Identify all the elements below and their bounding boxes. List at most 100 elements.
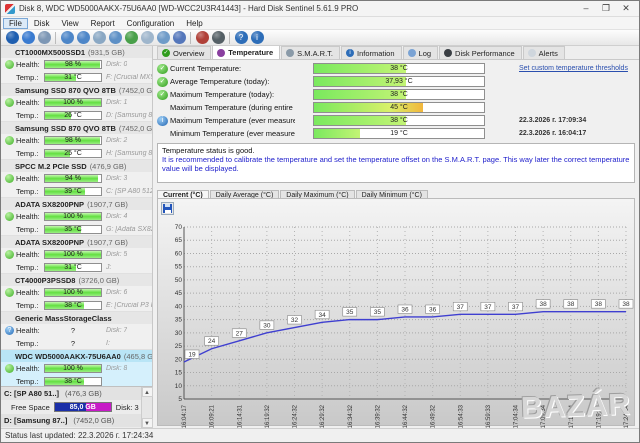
- partition-list: C: [SP A80 51..] (476,3 GB) Free Space85,0…: [1, 386, 152, 428]
- svg-text:38: 38: [567, 301, 575, 308]
- prev-disk-icon[interactable]: [61, 31, 74, 44]
- menu-item-file[interactable]: File: [3, 18, 28, 29]
- svg-text:16:14:31: 16:14:31: [237, 404, 243, 428]
- partition-row[interactable]: C: [SP A80 51..] (476,3 GB): [1, 387, 141, 400]
- scroll-up-icon[interactable]: ▲: [142, 387, 153, 397]
- set-thresholds-link[interactable]: Set custom temperature thresholds: [519, 65, 628, 72]
- information-icon: i: [346, 49, 354, 57]
- svg-text:16:29:32: 16:29:32: [320, 404, 326, 428]
- save-chart-button[interactable]: [161, 202, 174, 215]
- disk-temp-row: Temp.:38 °C: [1, 375, 152, 386]
- toolbar-separator: [55, 32, 56, 44]
- partition-free-row: Free Space85,0 GBDisk: 3: [1, 400, 141, 414]
- close-button[interactable]: ✕: [617, 3, 635, 15]
- tab-s-m-a-r-t-[interactable]: S.M.A.R.T.: [281, 46, 340, 59]
- surface-test-icon[interactable]: [93, 31, 106, 44]
- disk-health-row: Health:98 %Disk: 2: [1, 134, 152, 147]
- health-bar: 100 %: [44, 98, 102, 107]
- note-title: Temperature status is good.: [162, 146, 630, 155]
- menu-item-view[interactable]: View: [55, 18, 84, 29]
- bar-value: 98 %: [45, 61, 101, 68]
- disk-number: Disk: 3: [106, 175, 127, 182]
- health-ok-icon: [5, 174, 14, 183]
- disk-entry[interactable]: WDC WD5000AAKX-75U6AA0(465,8 GB)Health:1…: [1, 350, 152, 386]
- disk-entry[interactable]: Generic MassStorageClass?Health:?Disk: 7…: [1, 312, 152, 350]
- tab-log[interactable]: Log: [403, 46, 439, 59]
- health-ok-icon: [5, 212, 14, 221]
- disk-entry[interactable]: CT1000MX500SSD1(931,5 GB)Health:98 %Disk…: [1, 46, 152, 84]
- disk-size: (465,8 GB): [124, 352, 152, 361]
- disk-entry[interactable]: ADATA SX8200PNP(1907,7 GB)Health:100 %Di…: [1, 198, 152, 236]
- svg-text:40: 40: [175, 303, 183, 310]
- panels-icon[interactable]: [141, 31, 154, 44]
- svg-text:17:09:34: 17:09:34: [541, 404, 547, 428]
- svg-text:36: 36: [429, 306, 437, 313]
- disk-name: Generic MassStorageClass: [1, 312, 152, 324]
- disk-temp-row: Temp.:?I:: [1, 337, 152, 350]
- minimize-button[interactable]: –: [577, 3, 595, 15]
- next-disk-icon[interactable]: [77, 31, 90, 44]
- maximize-button[interactable]: ❐: [597, 3, 615, 15]
- drive-letter: I:: [106, 340, 110, 347]
- partition-size: (7452,0 GB): [73, 416, 114, 425]
- svg-text:24: 24: [208, 338, 216, 345]
- disk-entry[interactable]: SPCC M.2 PCIe SSD(476,9 GB)Health:94 %Di…: [1, 160, 152, 198]
- svg-text:16:09:21: 16:09:21: [210, 404, 216, 428]
- overview-icon[interactable]: [6, 31, 19, 44]
- disk-entry[interactable]: CT4000P3PSSD8(3726,0 GB)Health:100 %Disk…: [1, 274, 152, 312]
- svg-text:34: 34: [319, 312, 327, 319]
- quick-test-icon[interactable]: [109, 31, 122, 44]
- network-icon[interactable]: [173, 31, 186, 44]
- bar-value: 25 °C: [45, 150, 101, 157]
- bar-value: 38 °C: [314, 64, 484, 73]
- temp-label: Temp.:: [16, 73, 44, 82]
- monitor-icon[interactable]: [196, 31, 209, 44]
- disk-entry[interactable]: Samsung SSD 870 QVO 8TB(7452,0 GB)Health…: [1, 84, 152, 122]
- disk-health-row: Health:100 %Disk: 4: [1, 210, 152, 223]
- temperature-date: 22.3.2026 г. 17:09:34: [519, 117, 586, 124]
- disk-name-text: Samsung SSD 870 QVO 8TB: [15, 86, 116, 95]
- tab-alerts[interactable]: Alerts: [523, 46, 565, 59]
- disk-entry[interactable]: ADATA SX8200PNP(1907,7 GB)Health:100 %Di…: [1, 236, 152, 274]
- menu-item-disk[interactable]: Disk: [28, 18, 56, 29]
- acoustic-icon[interactable]: [22, 31, 35, 44]
- svg-text:10: 10: [175, 383, 183, 390]
- hardware-icon[interactable]: [212, 31, 225, 44]
- temperature-row: ✓Average Temperature (today):37,93 °C: [155, 75, 639, 88]
- temp-label: Temp.:: [16, 301, 44, 310]
- information-icon[interactable]: i: [251, 31, 264, 44]
- clipboard-icon[interactable]: [125, 31, 138, 44]
- tab-information[interactable]: iInformation: [341, 46, 402, 59]
- refresh-icon[interactable]: [157, 31, 170, 44]
- temperature-date-text: 22.3.2026 г. 17:09:34: [519, 117, 586, 124]
- partition-size: (476,3 GB): [65, 389, 102, 398]
- health-label: Health:: [16, 174, 44, 183]
- partition-row[interactable]: D: [Samsung 87..](7452,0 GB): [1, 414, 141, 427]
- temperature-right: Set custom temperature thresholds: [519, 65, 628, 72]
- partition-label: C: [SP A80 51..]: [4, 389, 59, 398]
- svg-text:70: 70: [175, 224, 183, 231]
- menu-item-report[interactable]: Report: [85, 18, 121, 29]
- tab-disk-performance[interactable]: Disk Performance: [439, 46, 522, 59]
- free-space-bar: 85,0 GB: [54, 402, 112, 412]
- disk-temp-row: Temp.:39 °CC: [SP A80 512GB]: [1, 185, 152, 198]
- disk-number: Disk: 0: [106, 61, 127, 68]
- health-bar: 31 °C: [44, 73, 102, 82]
- svg-text:27: 27: [236, 330, 244, 337]
- status-none: [157, 129, 168, 139]
- tab-temperature[interactable]: Temperature: [212, 46, 280, 59]
- bar-value: 37,93 °C: [314, 77, 484, 86]
- svg-text:16:24:32: 16:24:32: [293, 404, 299, 428]
- status-none: [157, 103, 168, 113]
- help-icon[interactable]: ?: [235, 31, 248, 44]
- scroll-down-icon[interactable]: ▼: [142, 418, 153, 428]
- details-icon[interactable]: [38, 31, 51, 44]
- partition-scrollbar[interactable]: ▲ ▼: [141, 387, 152, 428]
- toolbar-separator: [229, 32, 230, 44]
- menu-item-configuration[interactable]: Configuration: [121, 18, 181, 29]
- health-ok-icon: [5, 288, 14, 297]
- menu-item-help[interactable]: Help: [180, 18, 208, 29]
- tab-overview[interactable]: ✓Overview: [157, 46, 211, 59]
- disk-entry[interactable]: Samsung SSD 870 QVO 8TB(7452,0 GB)Health…: [1, 122, 152, 160]
- bar-value: 35 °C: [45, 226, 101, 233]
